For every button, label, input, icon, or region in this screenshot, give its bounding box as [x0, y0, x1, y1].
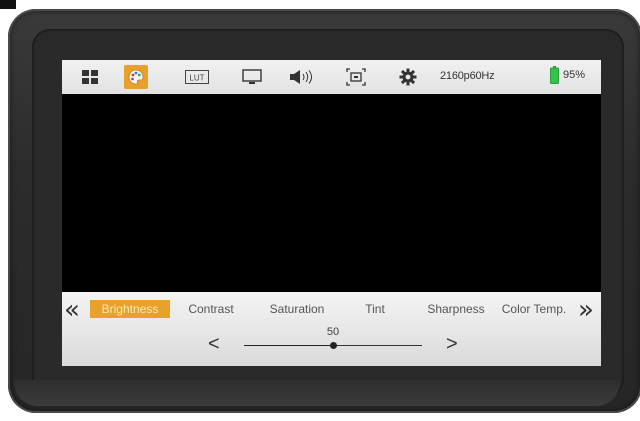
param-tint[interactable]: Tint [358, 300, 392, 318]
increase-button[interactable]: > [446, 334, 458, 354]
value-slider[interactable] [244, 342, 422, 349]
top-menu-bar: LUT 2160p60Hz 95% [62, 60, 601, 94]
value-slider-row: < 50 > [62, 326, 601, 362]
grid-menu-icon[interactable] [80, 65, 100, 89]
svg-text:LUT: LUT [189, 74, 204, 83]
audio-icon[interactable] [288, 65, 318, 89]
param-saturation[interactable]: Saturation [262, 300, 332, 318]
display-icon[interactable] [240, 65, 264, 89]
video-preview-area [62, 94, 601, 292]
param-sharpness[interactable]: Sharpness [424, 300, 488, 318]
next-page-icon[interactable]: » [578, 296, 594, 324]
image-adjust-panel: « » Brightness Contrast Saturation Tint … [62, 292, 601, 366]
parameter-tabs: Brightness Contrast Saturation Tint Shar… [90, 300, 570, 320]
slider-value: 50 [326, 326, 340, 338]
bezel-bottom-shade [14, 380, 620, 406]
battery-indicator: 95% [550, 66, 585, 84]
battery-percent: 95% [563, 69, 586, 81]
prev-page-icon[interactable]: « [64, 296, 80, 324]
lut-icon[interactable]: LUT [184, 65, 210, 89]
decrease-button[interactable]: < [208, 334, 220, 354]
monitor-screen: LUT 2160p60Hz 95% « » Brightness Contras… [62, 60, 601, 366]
battery-icon [550, 66, 559, 84]
resolution-readout: 2160p60Hz [440, 70, 495, 82]
param-brightness[interactable]: Brightness [90, 300, 170, 318]
frame-marker-icon[interactable] [344, 65, 368, 89]
slider-thumb[interactable] [330, 342, 337, 349]
photo-stage: LUT 2160p60Hz 95% « » Brightness Contras… [0, 0, 640, 421]
color-palette-icon[interactable] [124, 65, 148, 89]
param-contrast[interactable]: Contrast [182, 300, 240, 318]
param-color-temp[interactable]: Color Temp. [498, 300, 570, 318]
gear-icon[interactable] [396, 65, 420, 89]
slider-fill [244, 345, 333, 346]
corner-mark [0, 0, 16, 9]
